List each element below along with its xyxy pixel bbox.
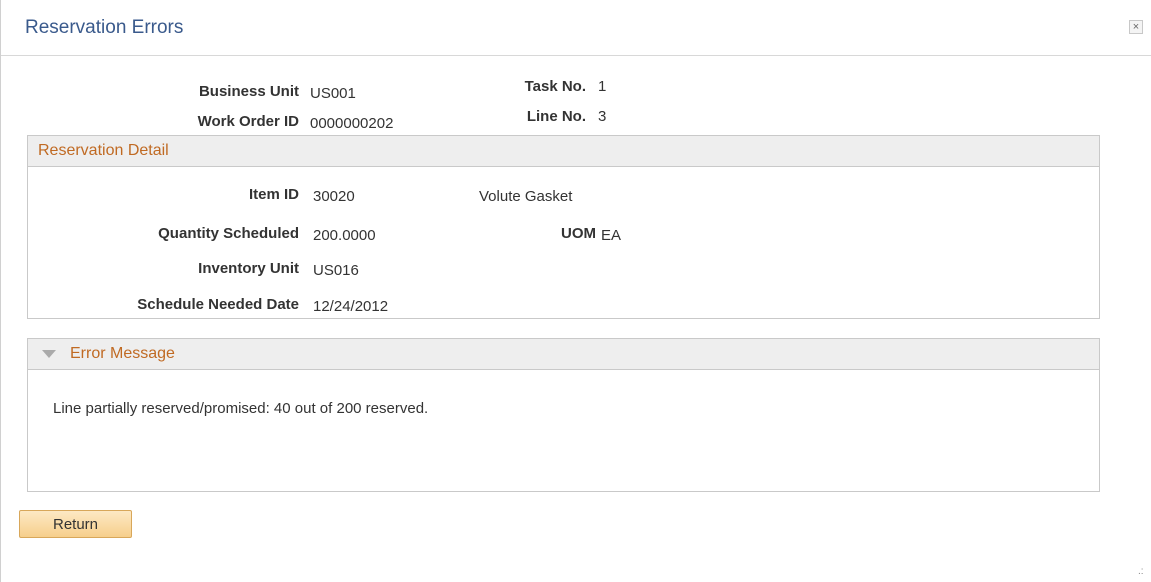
reservation-errors-window: Reservation Errors × Business Unit US001… (0, 0, 1151, 582)
quantity-scheduled-label: Quantity Scheduled (158, 225, 299, 242)
error-message-section: Error Message Line partially reserved/pr… (27, 338, 1100, 492)
line-no-value: 3 (598, 108, 607, 125)
error-message-header[interactable]: Error Message (28, 339, 1099, 370)
error-message-text: Line partially reserved/promised: 40 out… (53, 400, 429, 417)
resize-grip-icon[interactable]: .: (1138, 566, 1144, 577)
business-unit-label: Business Unit (198, 83, 299, 100)
inventory-unit-label: Inventory Unit (198, 260, 299, 277)
uom-value: EA (601, 227, 622, 244)
error-message-title[interactable]: Error Message (70, 345, 175, 363)
work-order-value: 0000000202 (310, 115, 394, 132)
schedule-needed-date-label: Schedule Needed Date (137, 296, 299, 313)
quantity-scheduled-value: 200.0000 (313, 227, 376, 244)
item-id-value: 30020 (313, 188, 355, 205)
uom-label: UOM (561, 225, 596, 242)
reservation-detail-title: Reservation Detail (38, 142, 169, 159)
title-bar: Reservation Errors × (1, 0, 1151, 56)
task-no-value: 1 (598, 78, 607, 95)
work-order-label: Work Order ID (197, 113, 299, 130)
inventory-unit-value: US016 (313, 262, 359, 279)
task-no-label: Task No. (524, 78, 586, 95)
collapse-triangle-icon[interactable] (42, 350, 56, 358)
business-unit-value: US001 (310, 85, 356, 102)
reservation-detail-header: Reservation Detail (28, 136, 1099, 167)
close-icon[interactable]: × (1129, 20, 1143, 34)
schedule-needed-date-value: 12/24/2012 (313, 298, 389, 315)
window-title: Reservation Errors (25, 17, 184, 38)
line-no-label: Line No. (526, 108, 586, 125)
item-description: Volute Gasket (479, 188, 573, 205)
item-id-label: Item ID (248, 186, 299, 203)
return-button[interactable]: Return (19, 510, 132, 538)
